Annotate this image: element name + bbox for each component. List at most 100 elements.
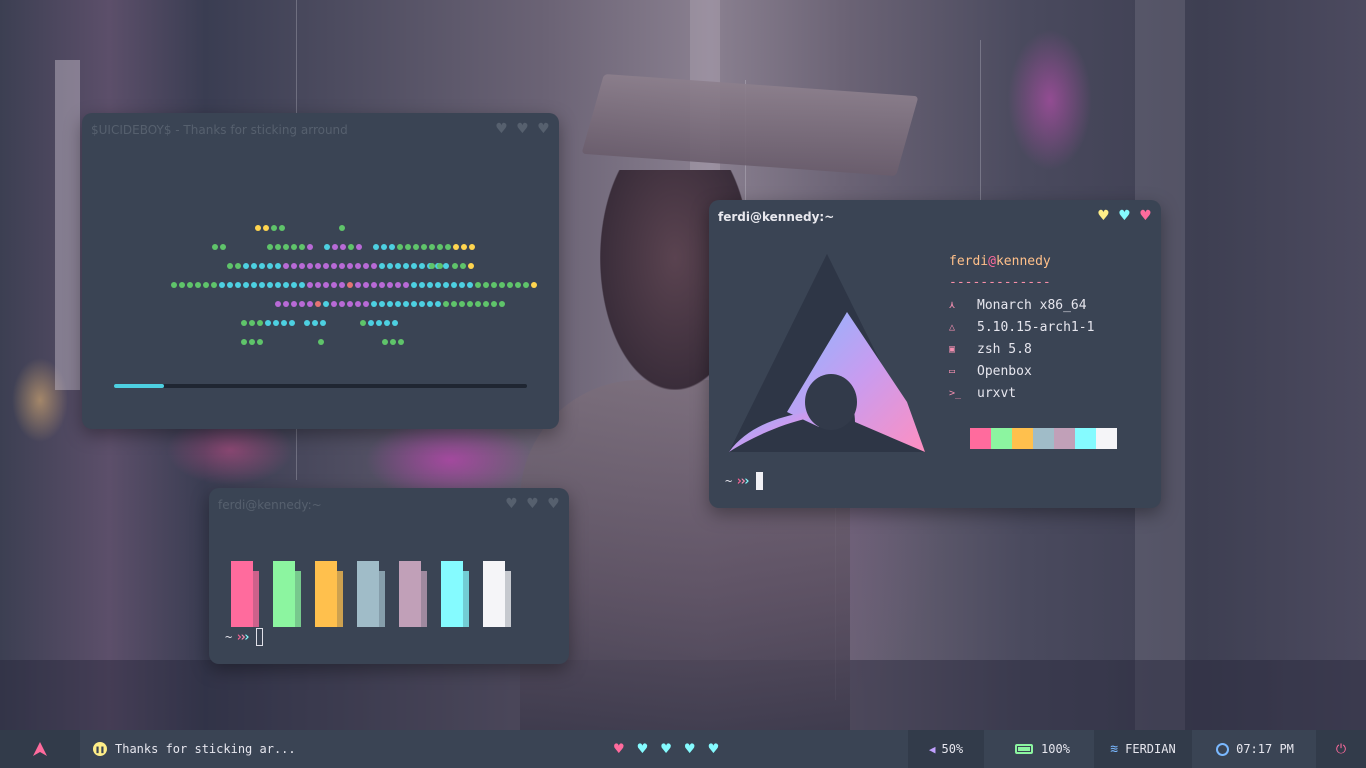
visualizer-dot [307,263,313,269]
visualizer-dot [419,301,425,307]
clock-module[interactable]: 07:17 PM [1205,730,1305,768]
visualizer-dot [323,263,329,269]
workspace-2-heart-icon[interactable]: ♥ [638,741,648,757]
color-blocks-window[interactable]: ferdi@kennedy:~ ♥ ♥ ♥ ~ ››› [209,488,569,664]
visualizer-dot [281,320,287,326]
taskbar: ❚❚ Thanks for sticking ar... ♥ ♥ ♥ ♥ ♥ ◀… [0,730,1366,768]
color-swatch [1054,428,1075,449]
visualizer-window[interactable]: $UICIDEBOY$ - Thanks for sticking arroun… [82,113,559,429]
visualizer-dot [427,282,433,288]
visualizer-dot [403,282,409,288]
maximize-heart-icon[interactable]: ♥ [515,122,530,136]
visualizer-dot [279,225,285,231]
visualizer-dot [355,263,361,269]
visualizer-dot [318,339,324,345]
rain-streak [980,40,981,200]
visualizer-dot [397,244,403,250]
visualizer-dot [347,282,353,288]
visualizer-dot [371,263,377,269]
visualizer-row [227,263,450,269]
visualizer-dot [275,263,281,269]
visualizer-dot [483,282,489,288]
workspace-hearts: ♥ ♥ ♥ ♥ ♥ [614,730,718,768]
visualizer-dot [275,282,281,288]
pause-icon[interactable]: ❚❚ [93,742,107,756]
fetch-hostname: kennedy [995,254,1051,269]
now-playing[interactable]: ❚❚ Thanks for sticking ar... [93,730,296,768]
minimize-heart-icon[interactable]: ♥ [1096,209,1111,223]
visualizer-dot [451,282,457,288]
power-icon: ⏻ [1335,741,1347,757]
menu-button[interactable] [0,730,80,768]
visualizer-dot [273,320,279,326]
visualizer-row [373,244,476,250]
color-swatch [1012,428,1033,449]
power-button[interactable]: ⏻ [1316,730,1366,768]
wm-icon: ▭ [949,366,956,377]
color-swatch [1096,428,1117,449]
visualizer-dot [373,244,379,250]
visualizer-dot [483,301,489,307]
workspace-4-broken-heart-icon[interactable]: ♥ [685,741,695,757]
visualizer-dot [443,282,449,288]
visualizer-dot [249,339,255,345]
visualizer-dot [531,282,537,288]
visualizer-dot [211,282,217,288]
maximize-heart-icon[interactable]: ♥ [1117,209,1132,223]
color-block [483,561,511,627]
workspace-3-broken-heart-icon[interactable]: ♥ [661,741,671,757]
visualizer-dot [355,282,361,288]
minimize-heart-icon[interactable]: ♥ [494,122,509,136]
visualizer-dot [291,263,297,269]
volume-icon: ◀ [928,742,936,756]
window-title: ferdi@kennedy:~ [718,210,835,224]
visualizer-dot [379,282,385,288]
visualizer-dot [339,263,345,269]
fetch-at: @ [988,254,996,269]
visualizer-dot [332,244,338,250]
maximize-heart-icon[interactable]: ♥ [525,497,540,511]
terminal-prompt[interactable]: ~ ››› [725,472,763,490]
visualizer-dot [411,301,417,307]
minimize-heart-icon[interactable]: ♥ [504,497,519,511]
visualizer-dot [241,339,247,345]
visualizer-dot [384,320,390,326]
visualizer-dot [267,244,273,250]
visualizer-dot [523,282,529,288]
visualizer-dot [419,282,425,288]
workspace-1-heart-icon[interactable]: ♥ [614,741,624,757]
close-heart-icon[interactable]: ♥ [536,122,551,136]
visualizer-dot [331,301,337,307]
fetch-info-terminal: >_ urxvt [949,386,1016,401]
battery-value: 100% [1041,742,1070,756]
visualizer-dot [340,244,346,250]
fetch-info-wm: ▭ Openbox [949,364,1032,379]
visualizer-dot [387,282,393,288]
fetch-terminal-window[interactable]: ferdi@kennedy:~ ♥ ♥ ♥ ferdi@kennedy ----… [709,200,1161,508]
fetch-value: Openbox [977,364,1032,379]
visualizer-dot [255,225,261,231]
visualizer-dot [347,301,353,307]
wifi-name: FERDIAN [1125,742,1176,756]
terminal-prompt[interactable]: ~ ››› [225,628,263,646]
wifi-module[interactable]: ≋ FERDIAN [1094,730,1192,768]
visualizer-dot [275,301,281,307]
visualizer-dot [382,339,388,345]
visualizer-dot [437,244,443,250]
playback-progress-bar[interactable] [114,384,527,388]
close-heart-icon[interactable]: ♥ [1138,209,1153,223]
fetch-info-kernel: △ 5.10.15-arch1-1 [949,320,1094,335]
battery-module[interactable]: 100% [1000,730,1085,768]
window-controls: ♥ ♥ ♥ [1096,209,1153,223]
workspace-5-broken-heart-icon[interactable]: ♥ [709,741,719,757]
visualizer-dot [339,225,345,231]
window-controls: ♥ ♥ ♥ [504,497,561,511]
visualizer-row [331,301,506,307]
volume-module[interactable]: ◀ 50% [908,730,984,768]
close-heart-icon[interactable]: ♥ [546,497,561,511]
visualizer-dot [283,282,289,288]
visualizer-dot [235,263,241,269]
visualizer-dot [331,263,337,269]
fetch-value: Monarch x86_64 [977,298,1087,313]
visualizer-dot [499,301,505,307]
